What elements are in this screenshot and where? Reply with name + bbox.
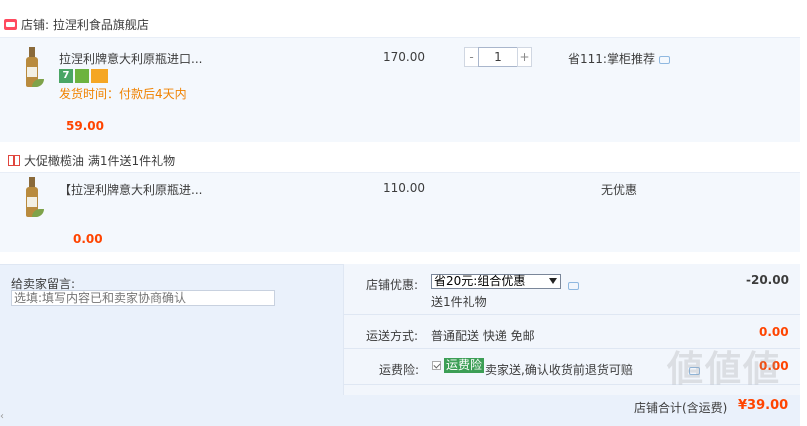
insurance-tag: 运费险 <box>444 358 485 373</box>
unit-price-2: 110.00 <box>383 181 425 195</box>
item-promo-2: 无优惠 <box>601 183 638 197</box>
discount-select[interactable]: 省20元:组合优惠 <box>431 274 561 289</box>
item-promo-1: 省111:掌柜推荐 <box>568 50 670 67</box>
seven-day-return-icon: 7 <box>59 69 73 83</box>
discount-amount: -20.00 <box>746 273 789 287</box>
shop-header: 店铺: 拉涅利食品旗舰店 <box>0 13 807 35</box>
shipping-label: 运送方式: <box>366 329 419 343</box>
divider <box>343 314 800 315</box>
credit-card-icon <box>91 69 108 83</box>
message-input[interactable] <box>11 290 275 306</box>
item-promo-text-1: 省111:掌柜推荐 <box>568 52 655 66</box>
shop-name[interactable]: 店铺: 拉涅利食品旗舰店 <box>21 16 149 33</box>
gift-icon <box>8 155 20 166</box>
gift-promo: 大促橄榄油 满1件送1件礼物 <box>8 152 175 169</box>
product-image-2[interactable] <box>22 177 44 221</box>
discount-gift: 送1件礼物 <box>431 295 487 309</box>
product-image-1[interactable] <box>22 47 44 91</box>
item-subtotal-1: 59.00 <box>66 119 104 133</box>
chevron-down-icon <box>549 278 557 284</box>
total-value: ¥39.00 <box>738 398 789 413</box>
quantity-stepper: - 1 + <box>464 47 532 67</box>
shipping-amount: 0.00 <box>759 325 789 339</box>
total-label: 店铺合计(含运费) <box>634 401 728 415</box>
chat-icon[interactable] <box>568 281 579 290</box>
item-subtotal-2: 0.00 <box>73 232 103 246</box>
chevron-left-icon: ‹ <box>0 411 4 422</box>
chat-icon[interactable] <box>658 55 670 64</box>
item-title-2[interactable]: 【拉涅利牌意大利原瓶进... <box>59 181 202 198</box>
ship-time: 发货时间：付款后4天内 <box>59 87 187 101</box>
shop-icon <box>4 19 17 30</box>
unit-price-1: 170.00 <box>383 50 425 64</box>
insurance-checkbox[interactable] <box>432 361 441 370</box>
item-badges-1: 7 <box>59 69 110 83</box>
gift-promo-text: 大促橄榄油 满1件送1件礼物 <box>24 154 176 168</box>
item-title-1[interactable]: 拉涅利牌意大利原瓶进口... <box>59 50 202 67</box>
insurance-label: 运费险: <box>379 363 420 377</box>
decrease-button[interactable]: - <box>464 47 479 67</box>
insurance-desc: 卖家送,确认收货前退货可赔 <box>485 363 633 377</box>
discount-label: 店铺优惠: <box>366 278 419 292</box>
increase-button[interactable]: + <box>517 47 532 67</box>
quantity-input[interactable]: 1 <box>478 47 518 67</box>
guarantee-icon <box>75 69 89 83</box>
watermark: 値値値 <box>667 349 782 390</box>
discount-selected: 省20元:组合优惠 <box>434 274 526 288</box>
shipping-method: 普通配送 快递 免邮 <box>431 329 535 343</box>
